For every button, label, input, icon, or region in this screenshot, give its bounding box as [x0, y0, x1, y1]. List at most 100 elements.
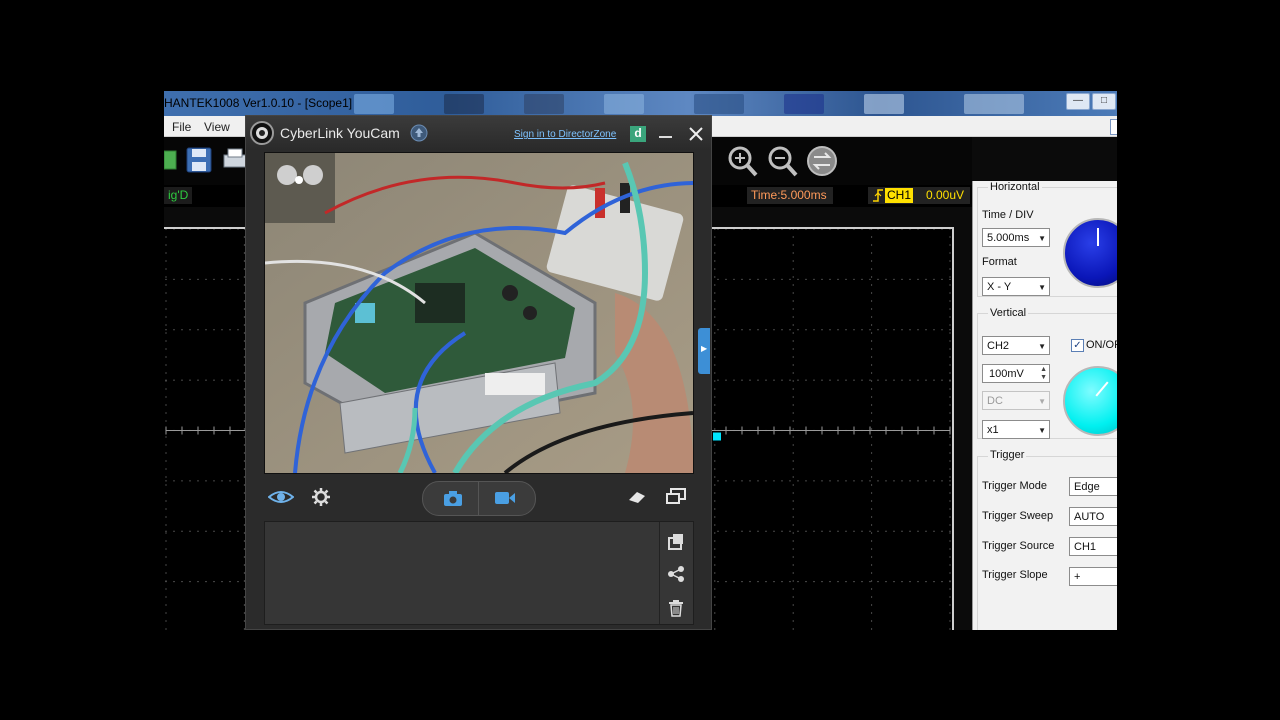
probe-select[interactable]: x1 ▼ [982, 420, 1050, 439]
format-label: Format [982, 256, 1017, 268]
zoom-out-icon[interactable] [765, 144, 799, 178]
grid-dot [765, 278, 767, 280]
export-icon[interactable] [667, 532, 685, 550]
menu-restore-button[interactable] [1110, 119, 1117, 135]
grid-dot [165, 268, 167, 270]
grid-dot [792, 612, 794, 614]
grid-dot [941, 379, 943, 381]
grid-dot [792, 484, 794, 486]
trigger-sweep-label: Trigger Sweep [982, 510, 1054, 522]
chevron-down-icon: ▼ [1038, 397, 1046, 406]
trigger-sweep-select[interactable]: AUTO [1069, 507, 1117, 526]
grid-dot [792, 396, 794, 398]
grid-dot [871, 508, 873, 510]
eraser-icon[interactable] [627, 489, 647, 505]
fullscreen-icon[interactable] [665, 487, 687, 505]
grid-dot [749, 379, 751, 381]
directorzone-icon[interactable]: d [630, 126, 646, 142]
hantek-window-title: HANTEK1008 Ver1.0.10 - [Scope1] [164, 96, 353, 110]
trigger-slope-select[interactable]: + [1069, 567, 1117, 586]
eye-icon[interactable] [268, 488, 294, 506]
grid-dot [213, 228, 215, 230]
format-select[interactable]: X - Y ▼ [982, 277, 1050, 296]
open-icon[interactable] [164, 147, 178, 173]
time-div-select[interactable]: 5.000ms ▼ [982, 228, 1050, 247]
grid-dot [877, 480, 879, 482]
grid-dot [792, 460, 794, 462]
grid-dot [792, 332, 794, 334]
trash-icon[interactable] [668, 599, 684, 617]
grid-dot [933, 228, 935, 230]
grid-dot [165, 581, 167, 583]
grid-dot [871, 284, 873, 286]
grid-dot [757, 278, 759, 280]
grid-dot [885, 581, 887, 583]
save-icon[interactable] [186, 147, 212, 173]
grid-dot [949, 308, 951, 310]
hantek-title-bar: HANTEK1008 Ver1.0.10 - [Scope1] — □ [164, 91, 1117, 116]
grid-dot [829, 278, 831, 280]
grid-dot [925, 530, 927, 532]
menu-view[interactable]: View [204, 120, 230, 134]
grid-dot [949, 436, 951, 438]
grid-dot [949, 268, 951, 270]
side-panel-toggle[interactable]: ▶ [698, 328, 710, 374]
grid-dot [197, 530, 199, 532]
grid-dot [733, 530, 735, 532]
grid-dot [925, 480, 927, 482]
taskbar-thumbnail [354, 94, 394, 114]
grid-dot [877, 581, 879, 583]
grid-dot [792, 364, 794, 366]
grid-dot [829, 530, 831, 532]
minimize-icon[interactable] [659, 136, 672, 138]
grid-dot [781, 480, 783, 482]
volts-div-stepper[interactable]: 100mV ▲ ▼ [982, 364, 1050, 383]
grid-dot [757, 530, 759, 532]
menu-file[interactable]: File [172, 120, 191, 134]
maximize-button[interactable]: □ [1092, 93, 1116, 110]
onoff-checkbox[interactable]: ✓ [1071, 339, 1084, 352]
grid-dot [805, 278, 807, 280]
close-icon[interactable] [688, 126, 704, 142]
auto-scale-icon[interactable] [805, 144, 839, 178]
grid-dot [237, 480, 239, 482]
grid-dot [871, 516, 873, 518]
grid-dot [871, 324, 873, 326]
trigger-source-select[interactable]: CH1 [1069, 537, 1117, 556]
grid-dot [165, 284, 167, 286]
grid-dot [781, 530, 783, 532]
gear-icon[interactable] [311, 487, 331, 507]
grid-dot [173, 379, 175, 381]
grid-dot [792, 284, 794, 286]
time-div-label: Time / DIV [982, 209, 1034, 221]
grid-dot [789, 228, 791, 230]
grid-dot [773, 228, 775, 230]
zoom-in-icon[interactable] [725, 144, 759, 178]
youcam-title: CyberLink YouCam [280, 125, 400, 141]
video-icon[interactable] [494, 490, 516, 506]
capture-gallery[interactable] [264, 521, 694, 625]
update-arrow-icon[interactable] [410, 124, 428, 142]
grid-dot [861, 379, 863, 381]
grid-dot [181, 581, 183, 583]
grid-dot [189, 228, 191, 230]
grid-dot [869, 530, 871, 532]
grid-dot [717, 480, 719, 482]
grid-dot [813, 329, 815, 331]
grid-dot [871, 444, 873, 446]
grid-dot [714, 572, 716, 574]
grid-dot [792, 308, 794, 310]
grid-dot [781, 278, 783, 280]
grid-dot [165, 612, 167, 614]
trigger-mode-select[interactable]: Edge [1069, 477, 1117, 496]
vertical-channel-select[interactable]: CH2 ▼ [982, 336, 1050, 355]
grid-dot [821, 379, 823, 381]
print-icon[interactable] [222, 147, 246, 173]
directorzone-sign-in-link[interactable]: Sign in to DirectorZone [514, 129, 616, 140]
grid-dot [949, 364, 951, 366]
minimize-button[interactable]: — [1066, 93, 1090, 110]
camera-icon[interactable] [443, 489, 463, 507]
share-icon[interactable] [667, 565, 685, 583]
grid-dot [871, 244, 873, 246]
grid-dot [714, 428, 716, 430]
